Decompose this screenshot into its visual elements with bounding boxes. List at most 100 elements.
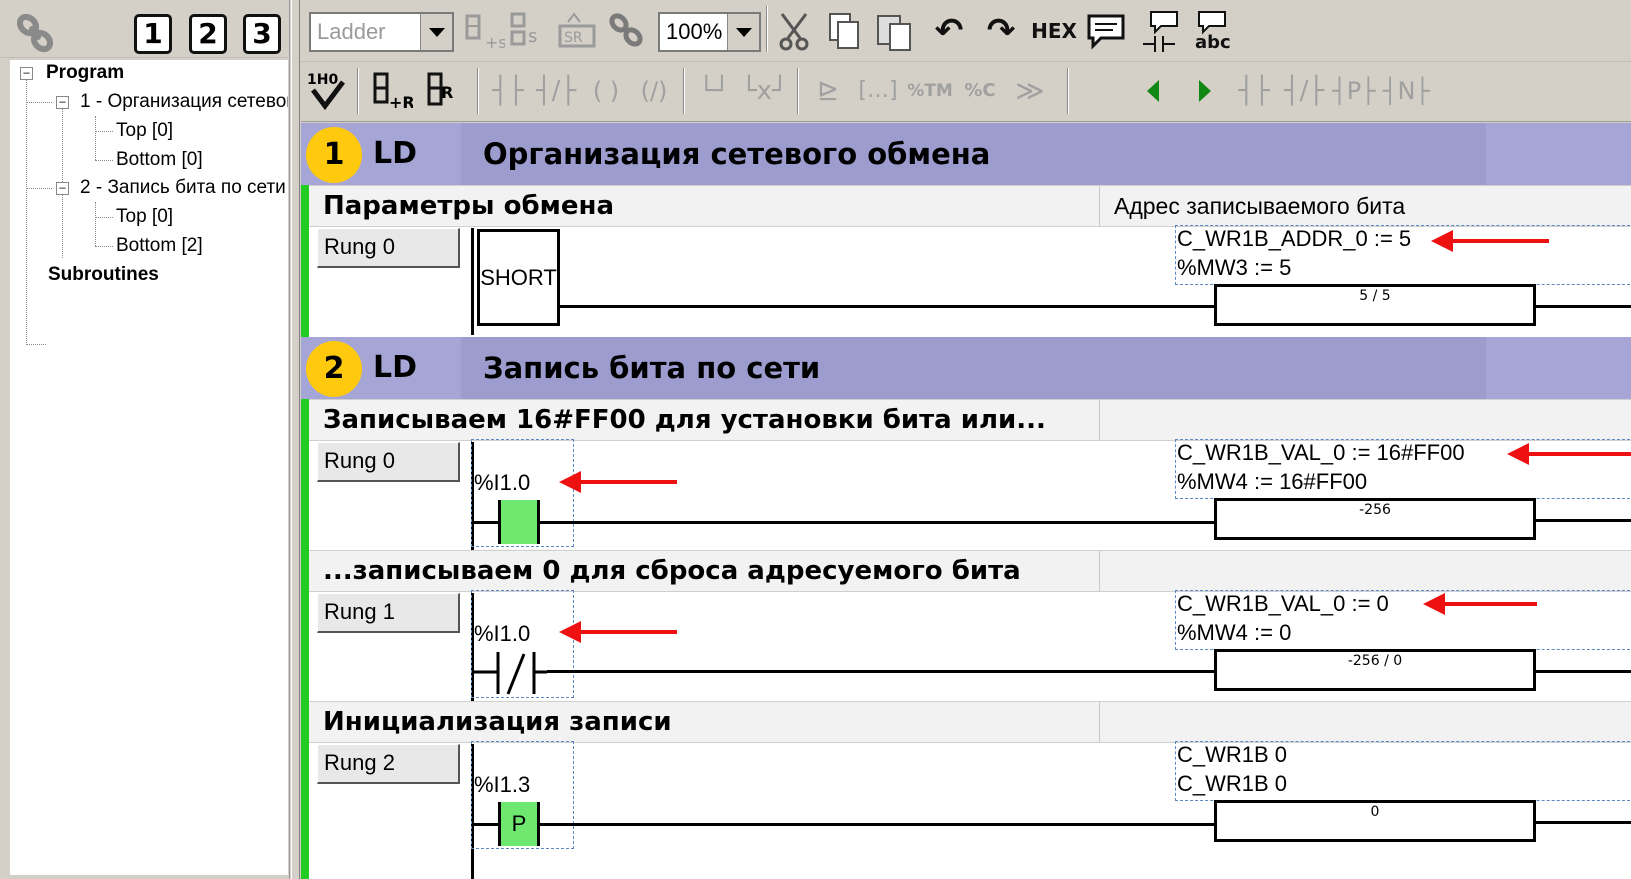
- rung-wire: [1536, 519, 1631, 522]
- rung-wire: [1536, 305, 1631, 308]
- svg-text:SR: SR: [564, 30, 583, 46]
- insert-rung-before-icon[interactable]: R: [421, 68, 467, 114]
- operate-block[interactable]: 0: [1214, 800, 1536, 842]
- cut-icon[interactable]: [772, 8, 818, 54]
- contact-nc[interactable]: [474, 650, 547, 698]
- operate-symbol: C_WR1B 0: [1177, 742, 1288, 767]
- abc-comment-icon[interactable]: abc: [1189, 8, 1235, 54]
- paste-icon[interactable]: [872, 8, 918, 54]
- rung-comment[interactable]: ...записываем 0 для сброса адресуемого б…: [309, 550, 1631, 592]
- rung-wire: [540, 521, 1215, 524]
- operate-block[interactable]: -256 / 0: [1214, 649, 1536, 691]
- copy-icon[interactable]: [822, 8, 868, 54]
- rung-comment[interactable]: Записываем 16#FF00 для установки бита ил…: [309, 399, 1631, 441]
- comment-icon[interactable]: [1083, 8, 1129, 54]
- browser-toolbar: 1 2 3: [0, 0, 290, 58]
- program-expander[interactable]: −: [20, 67, 33, 80]
- hex-button[interactable]: HEX: [1031, 8, 1077, 54]
- operate-block[interactable]: -256: [1214, 498, 1536, 540]
- rung-label-button[interactable]: Rung 1: [317, 593, 460, 633]
- contact-n-icon[interactable]: ┤N├: [1383, 68, 1430, 114]
- tree-item-section-1[interactable]: 1 - Организация сетевого обмена: [80, 89, 288, 115]
- network-2-header[interactable]: 2 LD Запись бита по сети: [301, 337, 1631, 399]
- annotation-arrow: [1507, 443, 1631, 465]
- ladder-editor: 1 LD Организация сетевого обмена Парамет…: [301, 123, 1631, 879]
- annotation-arrow: [559, 471, 677, 493]
- contact-p-icon[interactable]: ┤P├: [1331, 68, 1377, 114]
- view-1-button[interactable]: 1: [134, 14, 172, 54]
- insert-section-icon[interactable]: s: [506, 8, 552, 54]
- tree-item-section2-bottom[interactable]: Bottom [2]: [116, 233, 203, 259]
- contact-nc-icon-2[interactable]: ┤/├: [1281, 68, 1327, 114]
- jump-icon[interactable]: ≫: [1007, 68, 1053, 114]
- operate-address: %MW4 := 0: [1177, 620, 1292, 645]
- language-select[interactable]: Ladder: [309, 12, 454, 52]
- chevron-down-icon: [420, 14, 452, 50]
- operate-block[interactable]: 5 / 5: [1214, 284, 1536, 326]
- view-3-button[interactable]: 3: [243, 14, 281, 54]
- annotation-arrow: [1423, 593, 1537, 615]
- section1-expander[interactable]: −: [56, 96, 69, 109]
- operate-symbol: C_WR1B_ADDR_0 := 5: [1177, 226, 1412, 251]
- verify-icon[interactable]: 1H0: [305, 68, 351, 114]
- rung-label-button[interactable]: Rung 2: [317, 744, 460, 784]
- rung-comment-text: ...записываем 0 для сброса адресуемого б…: [323, 556, 1021, 586]
- rung-wire: [560, 305, 1215, 308]
- branch-delete-icon[interactable]: └x┘: [741, 68, 788, 114]
- counter-icon[interactable]: %C: [957, 68, 1003, 114]
- view-2-button[interactable]: 2: [189, 14, 227, 54]
- rung-comment[interactable]: Инициализация записи: [309, 701, 1631, 743]
- rung-wire: [474, 521, 498, 524]
- tree-item-section1-top[interactable]: Top [0]: [116, 118, 173, 144]
- rung-status-bar: [301, 399, 309, 879]
- link-icon[interactable]: [12, 10, 58, 56]
- contact-no-icon-2[interactable]: ┤├: [1231, 68, 1277, 114]
- coil-icon[interactable]: ( ): [583, 68, 629, 114]
- link-icon-toolbar[interactable]: [604, 8, 650, 54]
- rung-comment[interactable]: Параметры обмена Адрес записываемого бит…: [309, 185, 1631, 227]
- rung-label-button[interactable]: Rung 0: [317, 228, 460, 268]
- contact-no-active[interactable]: [498, 500, 540, 544]
- undo-icon[interactable]: ↶: [926, 8, 972, 54]
- rung-label-button[interactable]: Rung 0: [317, 442, 460, 482]
- network-number-badge: 2: [306, 341, 362, 397]
- operate-icon[interactable]: […]: [855, 68, 901, 114]
- insert-sr-icon[interactable]: SR: [554, 8, 600, 54]
- rung-wire: [540, 823, 1215, 826]
- tree-item-section-2[interactable]: 2 - Запись бита по сети: [80, 175, 288, 201]
- program-browser-pane: 1 2 3 − Program − 1 - Организация сетево…: [0, 0, 290, 879]
- insert-rung-after-icon[interactable]: +R: [367, 68, 415, 114]
- contact-no-icon[interactable]: ┤├: [485, 68, 531, 114]
- nav-left-icon[interactable]: [1131, 68, 1177, 114]
- contact-address: %I1.0: [474, 621, 531, 646]
- redo-icon[interactable]: ↷: [978, 8, 1024, 54]
- svg-text:R: R: [441, 83, 453, 102]
- contact-address: %I1.3: [474, 772, 531, 797]
- insert-rung-icon[interactable]: +s: [459, 8, 507, 54]
- pane-splitter[interactable]: [291, 0, 300, 879]
- abc-label: abc: [1195, 32, 1231, 53]
- contact-rising-edge[interactable]: P: [498, 802, 540, 846]
- annotation-arrow: [559, 621, 677, 643]
- tree-item-subroutines[interactable]: Subroutines: [48, 262, 159, 288]
- coil-negated-icon[interactable]: (/): [631, 68, 677, 114]
- contact-nc-icon[interactable]: ┤/├: [533, 68, 579, 114]
- operate-address: C_WR1B 0: [1177, 771, 1288, 796]
- svg-text:+R: +R: [389, 93, 413, 112]
- contact-comment-icon[interactable]: [1139, 8, 1185, 54]
- tree-item-section1-bottom[interactable]: Bottom [0]: [116, 147, 203, 173]
- network-number-badge: 1: [306, 127, 362, 183]
- ladder-toolbar: 1H0 +R R ┤├ ┤/├ ( ) (/) └┘ └x┘ ⊵ […] %TM…: [301, 62, 1631, 122]
- compare-icon[interactable]: ⊵: [805, 68, 851, 114]
- tree-item-program[interactable]: Program: [46, 60, 124, 86]
- tree-item-section2-top[interactable]: Top [0]: [116, 204, 173, 230]
- branch-icon[interactable]: └┘: [691, 68, 737, 114]
- zoom-select[interactable]: 100%: [658, 12, 761, 52]
- nav-right-icon[interactable]: [1181, 68, 1227, 114]
- section2-expander[interactable]: −: [56, 182, 69, 195]
- rung-comment-text: Записываем 16#FF00 для установки бита ил…: [323, 405, 1046, 435]
- chevron-down-icon: [727, 14, 759, 50]
- network-1-header[interactable]: 1 LD Организация сетевого обмена: [301, 123, 1631, 185]
- short-block[interactable]: SHORT: [477, 229, 560, 326]
- timer-icon[interactable]: %TM: [907, 68, 953, 114]
